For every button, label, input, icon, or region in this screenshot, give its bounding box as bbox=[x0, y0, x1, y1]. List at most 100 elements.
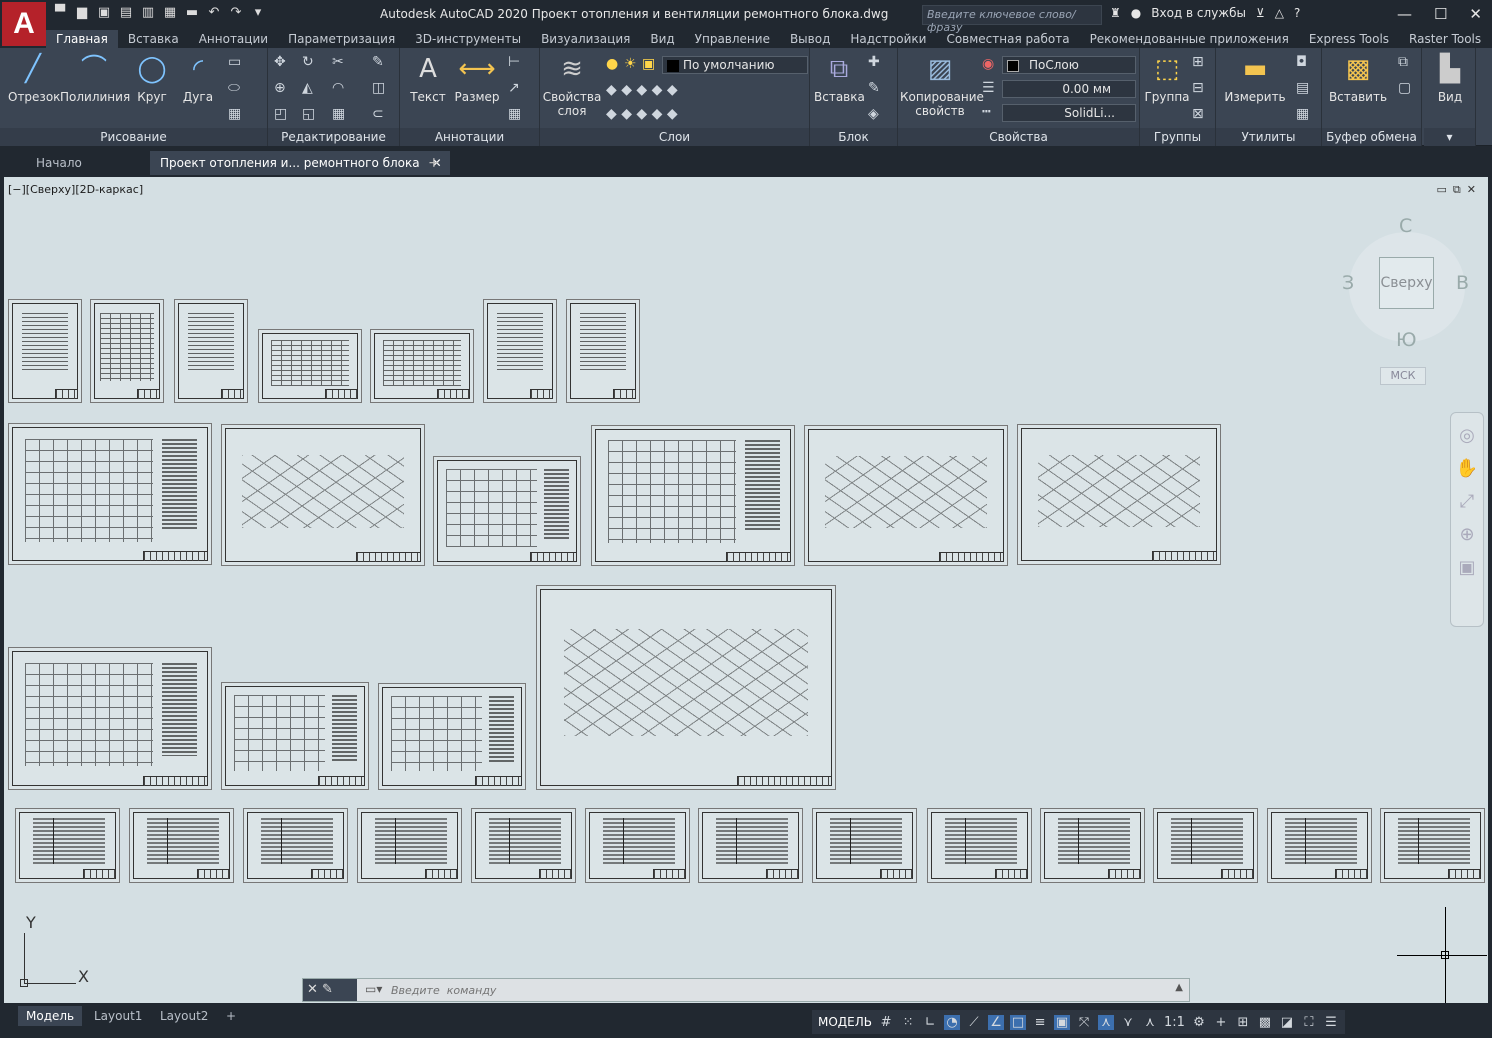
properties-panel-title[interactable]: Свойства bbox=[898, 128, 1139, 146]
layer-dropdown[interactable]: По умолчанию bbox=[662, 56, 808, 74]
array-icon[interactable]: ▦ bbox=[332, 106, 345, 122]
ribbon-tab[interactable]: Визуализация bbox=[531, 30, 640, 48]
scale-icon[interactable]: ◱ bbox=[302, 106, 315, 122]
layout-tab-layout1[interactable]: Layout1 bbox=[86, 1006, 150, 1026]
lineweight-dropdown[interactable]: 0.00 мм bbox=[1002, 80, 1136, 98]
zoom-icon[interactable]: ⤢ bbox=[1451, 491, 1483, 512]
qat-dropdown-icon[interactable]: ▾ bbox=[250, 5, 266, 21]
orbit-icon[interactable]: ⊕ bbox=[1451, 524, 1483, 545]
drawing-sheet[interactable] bbox=[221, 682, 369, 790]
quick-select-icon[interactable]: ▤ bbox=[1296, 80, 1309, 96]
table-icon[interactable]: ▦ bbox=[508, 106, 521, 122]
viewport-controls[interactable]: [−][Сверху][2D-каркас] bbox=[8, 183, 143, 196]
dimension-tool[interactable]: ⟷ Размер bbox=[452, 52, 502, 104]
save-icon[interactable]: ▣ bbox=[96, 5, 112, 21]
group-select-icon[interactable]: ⊠ bbox=[1192, 106, 1204, 122]
drawing-sheet[interactable] bbox=[812, 808, 917, 883]
tab-start[interactable]: Начало bbox=[26, 151, 92, 175]
match-properties-tool[interactable]: ▨ Копирование свойств bbox=[900, 52, 984, 118]
compass-east[interactable]: В bbox=[1456, 272, 1469, 294]
ribbon-tab[interactable]: 3D-инструменты bbox=[405, 30, 531, 48]
color-wheel-icon[interactable]: ◉ bbox=[982, 56, 994, 72]
print-icon[interactable]: ▬ bbox=[184, 5, 200, 21]
drawing-sheet[interactable] bbox=[471, 808, 576, 883]
maximize-icon[interactable]: ☐ bbox=[1434, 5, 1447, 23]
view-panel-expand[interactable]: ▾ bbox=[1424, 128, 1475, 146]
drawing-sheet[interactable] bbox=[90, 299, 164, 403]
compass-north[interactable]: С bbox=[1399, 215, 1412, 237]
compass-west[interactable]: З bbox=[1342, 272, 1354, 294]
ribbon-tab[interactable]: Совместная работа bbox=[936, 30, 1079, 48]
layers-panel-title[interactable]: Слои bbox=[540, 128, 809, 146]
redo-icon[interactable]: ↷ bbox=[228, 5, 244, 21]
units-icon[interactable]: ⊞ bbox=[1235, 1015, 1251, 1030]
ribbon-tab[interactable]: Надстройки bbox=[840, 30, 936, 48]
drawing-sheet[interactable] bbox=[8, 423, 212, 565]
layout-tab-layout2[interactable]: Layout2 bbox=[152, 1006, 216, 1026]
plus-icon[interactable]: + bbox=[1213, 1015, 1229, 1030]
ribbon-tab[interactable]: Raster Tools bbox=[1399, 30, 1491, 48]
drawing-sheet[interactable] bbox=[536, 585, 836, 790]
osnap-icon[interactable]: □ bbox=[1010, 1014, 1027, 1030]
block-panel-title[interactable]: Блок bbox=[810, 128, 897, 146]
minimize-icon[interactable]: — bbox=[1397, 5, 1412, 23]
rotate-icon[interactable]: ↻ bbox=[302, 54, 314, 70]
layer-freeze-icon[interactable]: ☀ bbox=[624, 56, 637, 72]
arc-tool[interactable]: ◜ Дуга bbox=[178, 52, 218, 104]
ribbon-tab[interactable]: Вставка bbox=[118, 30, 189, 48]
offset-icon[interactable]: ⊂ bbox=[372, 106, 384, 122]
fullscreen-icon[interactable]: ⛶ bbox=[1301, 1015, 1317, 1030]
drawing-sheet[interactable] bbox=[566, 299, 640, 403]
edit-block-icon[interactable]: ✎ bbox=[868, 80, 880, 96]
layer-tools-row2-icon[interactable]: ◆ ◆ ◆ ◆ ◆ bbox=[606, 106, 678, 122]
command-prompt-icon[interactable]: ▭▾ bbox=[365, 982, 382, 996]
save-web-icon[interactable]: ▦ bbox=[162, 5, 178, 21]
steering-wheel-icon[interactable]: ◎ bbox=[1451, 425, 1483, 446]
view-tool[interactable]: ▙ Вид bbox=[1428, 52, 1472, 104]
signin-button[interactable]: Вход в службы bbox=[1151, 6, 1246, 20]
annotation-panel-title[interactable]: Аннотации bbox=[400, 128, 539, 146]
drawing-sheet[interactable] bbox=[1040, 808, 1145, 883]
drawing-sheet[interactable] bbox=[483, 299, 557, 403]
layer-lock-icon[interactable]: ▣ bbox=[642, 56, 655, 72]
hatch-icon[interactable]: ⬭ bbox=[228, 80, 240, 96]
tab-current-drawing[interactable]: Проект отопления и... ремонтного блока ✕ bbox=[150, 151, 450, 175]
ribbon-tab[interactable]: Вывод bbox=[780, 30, 840, 48]
viewport-restore-icon[interactable]: ⧉ bbox=[1453, 183, 1461, 197]
layer-properties-tool[interactable]: ≋ Свойства слоя bbox=[542, 52, 602, 118]
annotation-scale-value[interactable]: 1:1 bbox=[1164, 1015, 1185, 1030]
measure-tool[interactable]: ▬ Измерить bbox=[1222, 52, 1288, 104]
ribbon-tab[interactable]: Вид bbox=[640, 30, 684, 48]
stretch-icon[interactable]: ◰ bbox=[274, 106, 287, 122]
cart-icon[interactable]: ⊻ bbox=[1256, 6, 1265, 20]
customize-command-icon[interactable]: ✎ bbox=[322, 982, 333, 997]
search-input[interactable]: Введите ключевое слово/фразу bbox=[922, 5, 1102, 34]
ucs-dropdown[interactable]: МСК bbox=[1380, 367, 1426, 385]
text-tool[interactable]: A Текст bbox=[406, 52, 450, 104]
rectangle-icon[interactable]: ▭ bbox=[228, 54, 241, 70]
isolate-objects-icon[interactable]: ◪ bbox=[1279, 1015, 1295, 1030]
grid-icon[interactable]: # bbox=[878, 1015, 894, 1030]
drawing-sheet[interactable] bbox=[258, 329, 362, 403]
circle-tool[interactable]: ◯ Круг bbox=[132, 52, 172, 104]
copy-icon[interactable]: ⊕ bbox=[274, 80, 286, 96]
customization-menu-icon[interactable]: ☰ bbox=[1323, 1015, 1339, 1030]
cut-icon[interactable]: ▢ bbox=[1398, 80, 1411, 96]
viewport-close-icon[interactable]: ✕ bbox=[1467, 183, 1476, 197]
drawing-sheet[interactable] bbox=[15, 808, 120, 883]
draw-panel-title[interactable]: Рисование bbox=[0, 128, 267, 146]
ribbon-tab[interactable]: Рекомендованные приложения bbox=[1080, 30, 1299, 48]
ribbon-tab[interactable]: Express Tools bbox=[1299, 30, 1399, 48]
drawing-sheet[interactable] bbox=[357, 808, 462, 883]
calculator-icon[interactable]: ▦ bbox=[1296, 106, 1309, 122]
drawing-sheet[interactable] bbox=[221, 424, 425, 566]
workspace-gear-icon[interactable]: ⚙ bbox=[1191, 1015, 1207, 1030]
drawing-sheet[interactable] bbox=[129, 808, 234, 883]
drawing-sheet[interactable] bbox=[8, 299, 82, 403]
isodraft-icon[interactable]: ⟋ bbox=[966, 1015, 982, 1030]
group-tool[interactable]: ⬚ Группа bbox=[1144, 52, 1190, 104]
open-web-icon[interactable]: ▥ bbox=[140, 5, 156, 21]
ribbon-tab[interactable]: Параметризация bbox=[278, 30, 405, 48]
drawing-sheet[interactable] bbox=[1267, 808, 1372, 883]
utilities-panel-title[interactable]: Утилиты bbox=[1216, 128, 1321, 146]
